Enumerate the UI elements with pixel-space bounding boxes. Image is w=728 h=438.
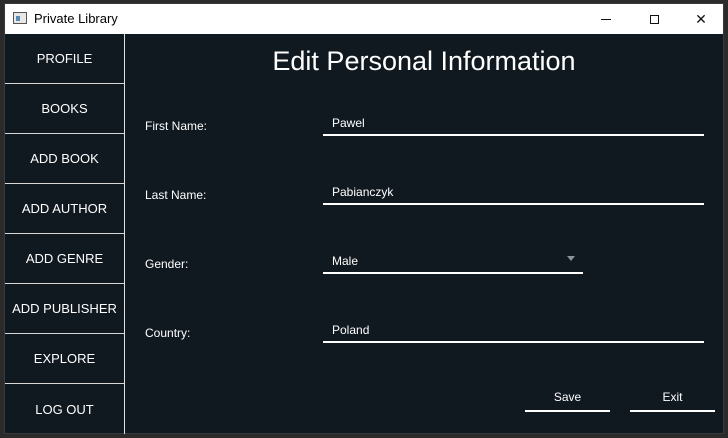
exit-button[interactable]: Exit bbox=[630, 382, 715, 412]
close-icon: ✕ bbox=[695, 10, 707, 27]
save-button[interactable]: Save bbox=[525, 382, 610, 412]
page-title: Edit Personal Information bbox=[272, 46, 576, 76]
sidebar-item-log-out[interactable]: LOG OUT bbox=[5, 384, 124, 434]
sidebar-item-add-author[interactable]: ADD AUTHOR bbox=[5, 184, 124, 234]
sidebar-item-add-publisher[interactable]: ADD PUBLISHER bbox=[5, 284, 124, 334]
minimize-button[interactable] bbox=[583, 4, 629, 34]
last-name-value: Pabianczyk bbox=[332, 185, 394, 199]
sidebar-item-explore[interactable]: EXPLORE bbox=[5, 334, 124, 384]
first-name-value: Pawel bbox=[332, 116, 365, 130]
country-value: Poland bbox=[332, 323, 370, 337]
sidebar-item-add-genre[interactable]: ADD GENRE bbox=[5, 234, 124, 284]
main-panel: Edit Personal Information First Name: Pa… bbox=[125, 34, 723, 434]
sidebar-item-add-book[interactable]: ADD BOOK bbox=[5, 134, 124, 184]
app-window: Private Library ✕ PROFILE BOOKS ADD BOOK… bbox=[4, 3, 724, 434]
minimize-icon bbox=[601, 18, 611, 20]
sidebar-item-profile[interactable]: PROFILE bbox=[5, 34, 124, 84]
gender-label: Gender: bbox=[145, 257, 189, 271]
country-label: Country: bbox=[145, 326, 191, 340]
window-title: Private Library bbox=[34, 11, 118, 26]
chevron-down-icon bbox=[567, 256, 575, 261]
app-icon bbox=[13, 12, 27, 24]
close-button[interactable]: ✕ bbox=[678, 4, 724, 34]
last-name-field[interactable]: Pabianczyk bbox=[323, 181, 704, 205]
first-name-field[interactable]: Pawel bbox=[323, 112, 704, 136]
maximize-button[interactable] bbox=[631, 4, 677, 34]
sidebar-item-books[interactable]: BOOKS bbox=[5, 84, 124, 134]
gender-value: Male bbox=[332, 254, 359, 268]
country-field[interactable]: Poland bbox=[323, 319, 704, 343]
first-name-label: First Name: bbox=[145, 119, 208, 133]
sidebar-nav: PROFILE BOOKS ADD BOOK ADD AUTHOR ADD GE… bbox=[5, 34, 125, 434]
title-bar: Private Library ✕ bbox=[5, 4, 723, 34]
gender-dropdown[interactable]: Male bbox=[323, 250, 583, 274]
last-name-label: Last Name: bbox=[145, 188, 207, 202]
maximize-icon bbox=[649, 14, 659, 24]
